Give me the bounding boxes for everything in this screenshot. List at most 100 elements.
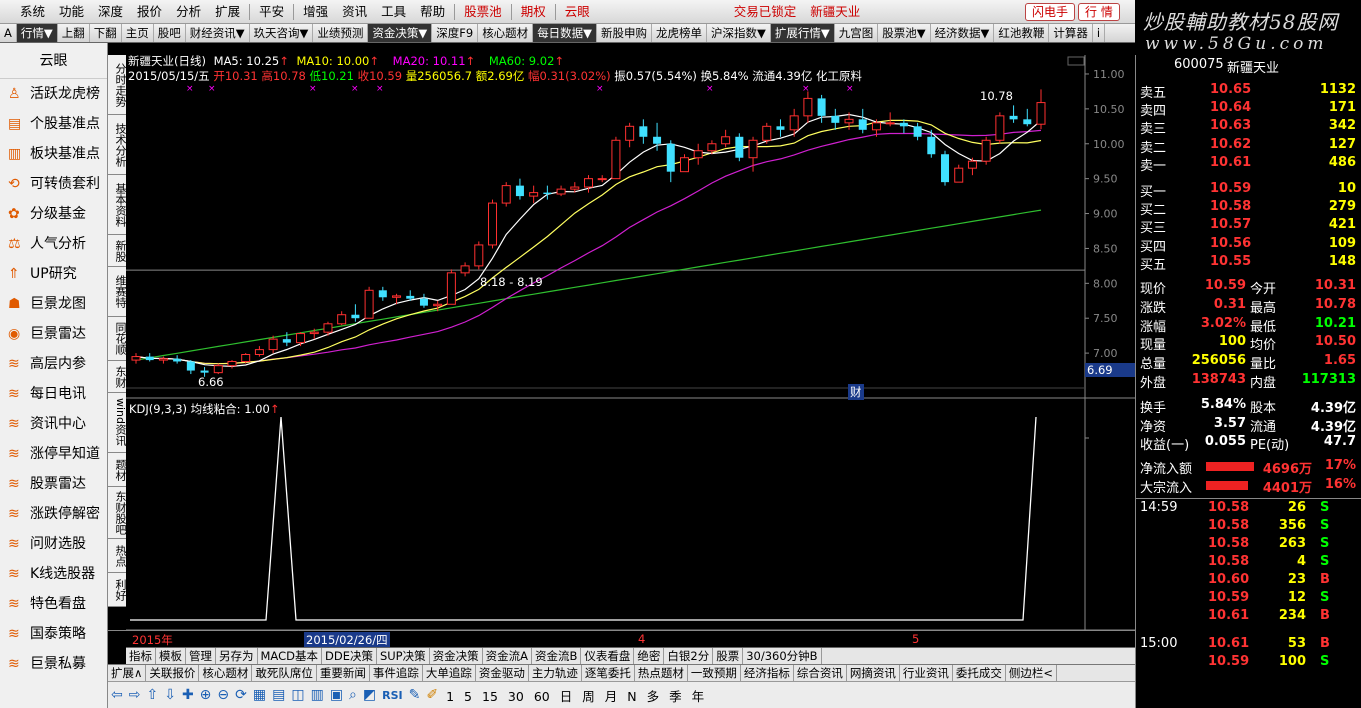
tab-item[interactable]: MACD基本: [258, 648, 322, 664]
zoom-out-icon[interactable]: ⊖: [214, 687, 232, 703]
toolbar-item[interactable]: 深度F9: [432, 24, 479, 42]
menu-item[interactable]: 功能: [52, 0, 91, 24]
menu-item[interactable]: 扩展: [208, 0, 247, 24]
menu-item[interactable]: 期权: [514, 0, 553, 24]
crosshair-icon[interactable]: ✚: [179, 687, 197, 703]
vertical-tab[interactable]: 维赛特: [108, 267, 127, 317]
tab-item[interactable]: 管理: [186, 648, 216, 664]
tab-item[interactable]: 重要新闻: [317, 665, 370, 681]
menu-item[interactable]: 系统: [0, 0, 52, 24]
sidebar-item[interactable]: ≋ 巨景私募: [0, 649, 107, 679]
sidebar-item[interactable]: ≋ 资讯中心: [0, 409, 107, 439]
toolbar-item[interactable]: 每日数据▼: [533, 24, 598, 42]
tab-item[interactable]: 综合资讯: [794, 665, 847, 681]
vertical-tab[interactable]: 利好: [108, 573, 127, 607]
toolbar-item[interactable]: 经济数据▼: [931, 24, 995, 42]
menu-item[interactable]: 增强: [296, 0, 335, 24]
tab-item[interactable]: 网摘资讯: [847, 665, 900, 681]
toolbar-item[interactable]: 股吧: [154, 24, 186, 42]
period-button[interactable]: 多: [642, 689, 665, 704]
vertical-tab[interactable]: 技术分析: [108, 115, 127, 175]
tab-item[interactable]: 事件追踪: [370, 665, 423, 681]
table-icon[interactable]: ▥: [308, 687, 327, 703]
sidebar-item[interactable]: ⚖ 人气分析: [0, 229, 107, 259]
sidebar-item[interactable]: ▤ 个股基准点: [0, 109, 107, 139]
sidebar-item[interactable]: ≋ 特色看盘: [0, 589, 107, 619]
menu-item[interactable]: 资讯: [335, 0, 374, 24]
vertical-tab[interactable]: 分时走势: [108, 55, 127, 115]
tab-item[interactable]: 关联报价: [146, 665, 200, 681]
sidebar-item[interactable]: ≋ 国泰策略: [0, 619, 107, 649]
tab-item[interactable]: SUP决策: [377, 648, 430, 664]
vertical-tab[interactable]: 新股: [108, 235, 127, 267]
sidebar-item[interactable]: ◉ 巨景雷达: [0, 319, 107, 349]
toolbar-item[interactable]: i: [1093, 24, 1106, 42]
tab-item[interactable]: 热点题材: [635, 665, 688, 681]
toolbar-item[interactable]: 扩展行情▼: [770, 24, 835, 42]
period-button[interactable]: 1: [441, 689, 459, 704]
tab-item[interactable]: 侧边栏<: [1006, 665, 1058, 681]
tab-item[interactable]: 委托成交: [953, 665, 1006, 681]
tab-item[interactable]: 另存为: [216, 648, 258, 664]
window-icon[interactable]: ◫: [288, 687, 307, 703]
period-button[interactable]: 60: [529, 689, 555, 704]
toolbar-item[interactable]: 新股申购: [597, 24, 653, 42]
vertical-tab[interactable]: wind资讯: [108, 393, 127, 453]
period-button[interactable]: 日: [555, 689, 578, 704]
period-button[interactable]: 年: [687, 689, 710, 704]
tab-item[interactable]: 逐笔委托: [582, 665, 635, 681]
toolbar-item[interactable]: 业绩预测: [313, 24, 369, 42]
menu-item[interactable]: 平安: [252, 0, 291, 24]
layers-icon[interactable]: ◩: [360, 687, 379, 703]
layout-icon[interactable]: ▣: [327, 687, 346, 703]
sidebar-item[interactable]: ✿ 分级基金: [0, 199, 107, 229]
tab-item[interactable]: 扩展∧: [108, 665, 147, 681]
pen-icon[interactable]: ✐: [423, 687, 441, 703]
sidebar-item[interactable]: ☗ 巨景龙图: [0, 289, 107, 319]
menu-item[interactable]: 云眼: [558, 0, 597, 24]
tab-item[interactable]: 大单追踪: [423, 665, 476, 681]
period-button[interactable]: 季: [664, 689, 687, 704]
kline-chart[interactable]: 11.00 10.50 10.00 9.50 9.00 8.50 8.00 7.50 7.00 ×…: [126, 54, 1135, 646]
tab-item[interactable]: 行业资讯: [900, 665, 953, 681]
tab-item[interactable]: 敢死队席位: [252, 665, 317, 681]
toolbar-item[interactable]: 股票池▼: [878, 24, 931, 42]
sidebar-item[interactable]: ≋ 涨跌停解密: [0, 499, 107, 529]
sidebar-item[interactable]: ♙ 活跃龙虎榜: [0, 79, 107, 109]
vertical-tab[interactable]: 题材: [108, 453, 127, 487]
arrow-left-icon[interactable]: ⇦: [108, 687, 126, 703]
tab-item[interactable]: 白银2分: [664, 648, 714, 664]
period-button[interactable]: N: [622, 689, 641, 704]
tab-item[interactable]: 资金流A: [483, 648, 532, 664]
period-button[interactable]: 30: [503, 689, 529, 704]
tab-item[interactable]: 资金流B: [532, 648, 582, 664]
rsi-icon[interactable]: RSI: [379, 689, 406, 702]
toolbar-item[interactable]: 龙虎榜单: [652, 24, 708, 42]
sidebar-item[interactable]: ≋ 涨停早知道: [0, 439, 107, 469]
toolbar-item[interactable]: 九宫图: [835, 24, 879, 42]
toolbar-item[interactable]: 计算器: [1049, 24, 1093, 42]
zoom-in-icon[interactable]: ⊕: [197, 687, 215, 703]
grid-icon[interactable]: ▦: [250, 687, 269, 703]
menu-item[interactable]: 帮助: [413, 0, 452, 24]
toolbar-item[interactable]: A: [0, 24, 17, 42]
sidebar-item[interactable]: ▥ 板块基准点: [0, 139, 107, 169]
toolbar-item[interactable]: 玖天咨询▼: [250, 24, 314, 42]
vertical-tab[interactable]: 热点: [108, 539, 127, 573]
sidebar-item[interactable]: ≋ 每日电讯: [0, 379, 107, 409]
tab-item[interactable]: 股票: [713, 648, 744, 664]
toolbar-item[interactable]: 沪深指数▼: [707, 24, 771, 42]
tab-item[interactable]: 核心题材: [199, 665, 253, 681]
vertical-tab[interactable]: 东财股吧: [108, 487, 127, 539]
toolbar-item[interactable]: 财经资讯▼: [186, 24, 250, 42]
toolbar-item[interactable]: 上翻: [58, 24, 90, 42]
sidebar-item[interactable]: ≋ K线选股器: [0, 559, 107, 589]
menu-item[interactable]: 深度: [91, 0, 130, 24]
tab-item[interactable]: 指标: [126, 648, 156, 664]
vertical-tab[interactable]: 东财: [108, 361, 127, 393]
tab-item[interactable]: 经济指标: [741, 665, 794, 681]
draw-icon[interactable]: ✎: [406, 687, 424, 703]
toolbar-item[interactable]: 行情▼: [16, 24, 58, 42]
toolbar-item[interactable]: 红池教鞭: [994, 24, 1050, 42]
arrow-down-icon[interactable]: ⇩: [161, 687, 179, 703]
